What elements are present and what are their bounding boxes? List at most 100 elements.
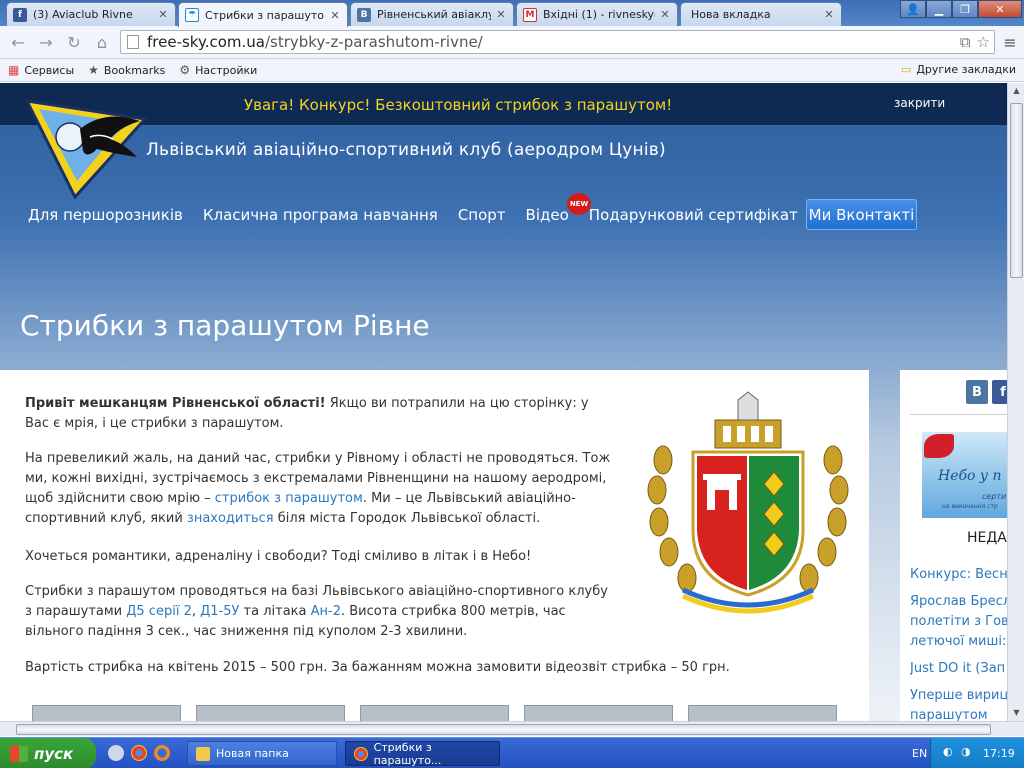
maximize-button[interactable]: ❐: [952, 0, 978, 18]
page-icon: [127, 35, 139, 49]
text-span: ,: [191, 604, 201, 619]
reload-button[interactable]: ↻: [64, 32, 84, 52]
gift-certificate-banner[interactable]: Небо у п серти на виконання стр: [922, 432, 1007, 518]
sidebar-link[interactable]: парашутом: [910, 706, 1007, 721]
address-bar[interactable]: free-sky.com.ua/strybky-z-parashutom-riv…: [120, 30, 995, 54]
windows-taskbar: пуск Новая папка Стрибки з парашуто... E…: [0, 737, 1024, 768]
tab-new-tab[interactable]: Нова вкладка ✕: [680, 2, 842, 26]
nav-classic-program[interactable]: Класична програма навчання: [203, 206, 438, 224]
close-icon[interactable]: ✕: [157, 8, 169, 21]
close-icon[interactable]: ✕: [495, 8, 507, 21]
photo-thumbnails: [32, 705, 837, 721]
photo-thumbnail[interactable]: [688, 705, 837, 721]
other-bookmarks[interactable]: ▭ Другие закладки: [901, 63, 1016, 76]
tab-title: Рівненський авіаклуб: [377, 8, 491, 21]
forward-button[interactable]: →: [36, 32, 56, 52]
promo-close-link[interactable]: закрити: [894, 96, 945, 110]
translate-icon[interactable]: ⧉: [960, 33, 971, 51]
bookmark-services[interactable]: ▦ Сервисы: [8, 63, 74, 77]
close-icon[interactable]: ✕: [659, 8, 671, 21]
chrome-icon[interactable]: [131, 745, 147, 761]
main-nav: Для першорозників Класична програма навч…: [28, 206, 818, 224]
scroll-down-arrow-icon[interactable]: ▼: [1008, 705, 1024, 721]
vertical-scrollbar[interactable]: ▲ ▼: [1007, 83, 1024, 721]
photo-thumbnail[interactable]: [360, 705, 509, 721]
article-content: Привіт мешканцям Рівненської області! Як…: [0, 370, 869, 721]
task-label: Стрибки з парашуто...: [373, 740, 442, 767]
club-logo[interactable]: [25, 99, 150, 199]
nav-gift-certificate[interactable]: Подарунковий сертифікат: [589, 206, 798, 224]
promo-text[interactable]: Увага! Конкурс! Безкоштовний стрибок з п…: [244, 96, 672, 114]
browser-toolbar: ← → ↻ ⌂ free-sky.com.ua/strybky-z-parash…: [0, 26, 1024, 59]
page-viewport: Увага! Конкурс! Безкоштовний стрибок з п…: [0, 83, 1007, 721]
sidebar-link[interactable]: Конкурс: Весн: [910, 565, 1007, 584]
gmail-icon: M: [523, 7, 537, 22]
link-d5[interactable]: Д5 серії 2: [126, 604, 192, 619]
scroll-up-arrow-icon[interactable]: ▲: [1008, 83, 1024, 99]
greeting-bold: Привіт мешканцям Рівненської області!: [25, 396, 326, 411]
sidebar-link[interactable]: летючої миші:: [910, 632, 1007, 651]
nav-sport[interactable]: Спорт: [458, 206, 506, 224]
vk-button[interactable]: Ми Вконтакті: [806, 199, 917, 230]
system-tray: ◐ ◑ 17:19: [930, 738, 1024, 768]
photo-thumbnail[interactable]: [196, 705, 345, 721]
taskbar-item-chrome[interactable]: Стрибки з парашуто...: [345, 740, 500, 767]
bookmark-star-icon[interactable]: ☆: [977, 33, 990, 51]
browser-menu-icon[interactable]: ≡: [1002, 33, 1018, 52]
sidebar-link[interactable]: Just DO it (Зап: [910, 659, 1007, 678]
close-icon[interactable]: ✕: [823, 8, 835, 21]
url-domain: free-sky.com.ua: [147, 33, 265, 51]
nav-video[interactable]: Відео: [526, 206, 569, 224]
home-button[interactable]: ⌂: [92, 32, 112, 52]
sidebar-link[interactable]: полетіти з Гов: [910, 612, 1007, 631]
photo-thumbnail[interactable]: [32, 705, 181, 721]
window-controls: 👤 ▁ ❐ ✕: [900, 0, 1022, 18]
start-label: пуск: [34, 744, 74, 763]
language-indicator[interactable]: EN: [912, 747, 927, 760]
tab-parachute[interactable]: ☂ Стрибки з парашутом ✕: [178, 2, 348, 27]
link-d1-5u[interactable]: Д1-5У: [200, 604, 239, 619]
bookmark-bookmarks[interactable]: ★ Bookmarks: [88, 63, 165, 77]
vk-icon: В: [357, 7, 371, 22]
link-an-2[interactable]: Ан-2: [311, 604, 341, 619]
clock[interactable]: 17:19: [983, 747, 1015, 760]
link-location[interactable]: знаходиться: [187, 511, 274, 526]
banner-subtext-2: на виконання стр: [942, 503, 998, 510]
taskbar-item-folder[interactable]: Новая папка: [187, 741, 337, 766]
network-icon[interactable]: ◐: [943, 745, 953, 758]
bookmark-settings[interactable]: ⚙ Настройки: [179, 63, 257, 77]
other-bookmarks-label: Другие закладки: [916, 63, 1016, 76]
club-name: Львівський авіаційно-спортивний клуб (ае…: [146, 140, 666, 160]
vk-share-icon[interactable]: В: [966, 380, 988, 404]
user-icon[interactable]: 👤: [900, 0, 926, 18]
sidebar-link[interactable]: Уперше вириц: [910, 686, 1007, 705]
bookmarks-bar: ▦ Сервисы ★ Bookmarks ⚙ Настройки ▭ Друг…: [0, 59, 1024, 82]
photo-thumbnail[interactable]: [524, 705, 673, 721]
tab-aviaclub-facebook[interactable]: f (3) Aviaclub Rivne ✕: [6, 2, 176, 26]
nav-first-timers[interactable]: Для першорозників: [28, 206, 183, 224]
tab-vk-aviaclub[interactable]: В Рівненський авіаклуб ✕: [350, 2, 514, 26]
gift-bow-icon: [924, 434, 954, 458]
horizontal-scrollbar[interactable]: [0, 721, 1024, 736]
scrollbar-thumb[interactable]: [16, 724, 991, 735]
tab-title: (3) Aviaclub Rivne: [33, 8, 133, 21]
sidebar-heading: НЕДА: [967, 530, 1007, 546]
volume-icon[interactable]: ◑: [961, 745, 971, 758]
back-button[interactable]: ←: [8, 32, 28, 52]
facebook-share-icon[interactable]: f: [992, 380, 1007, 404]
tab-gmail[interactable]: M Вхідні (1) - rivnesky@g ✕: [516, 2, 678, 26]
minimize-button[interactable]: ▁: [926, 0, 952, 18]
sidebar-link[interactable]: Ярослав Бресл: [910, 592, 1007, 611]
banner-text: Небо у п: [938, 468, 1002, 484]
tab-title: Нова вкладка: [691, 8, 771, 21]
start-button[interactable]: пуск: [0, 738, 96, 768]
close-window-button[interactable]: ✕: [978, 0, 1022, 18]
show-desktop-icon[interactable]: [108, 745, 124, 761]
article-paragraph-1: Привіт мешканцям Рівненської області! Як…: [25, 394, 615, 434]
firefox-icon[interactable]: [154, 745, 170, 761]
link-parachute-jump[interactable]: стрибок з парашутом: [215, 491, 363, 506]
close-icon[interactable]: ✕: [329, 9, 341, 22]
url-path: /strybky-z-parashutom-rivne/: [264, 33, 483, 51]
promo-bar: Увага! Конкурс! Безкоштовний стрибок з п…: [0, 83, 1007, 125]
scrollbar-thumb[interactable]: [1010, 103, 1023, 278]
